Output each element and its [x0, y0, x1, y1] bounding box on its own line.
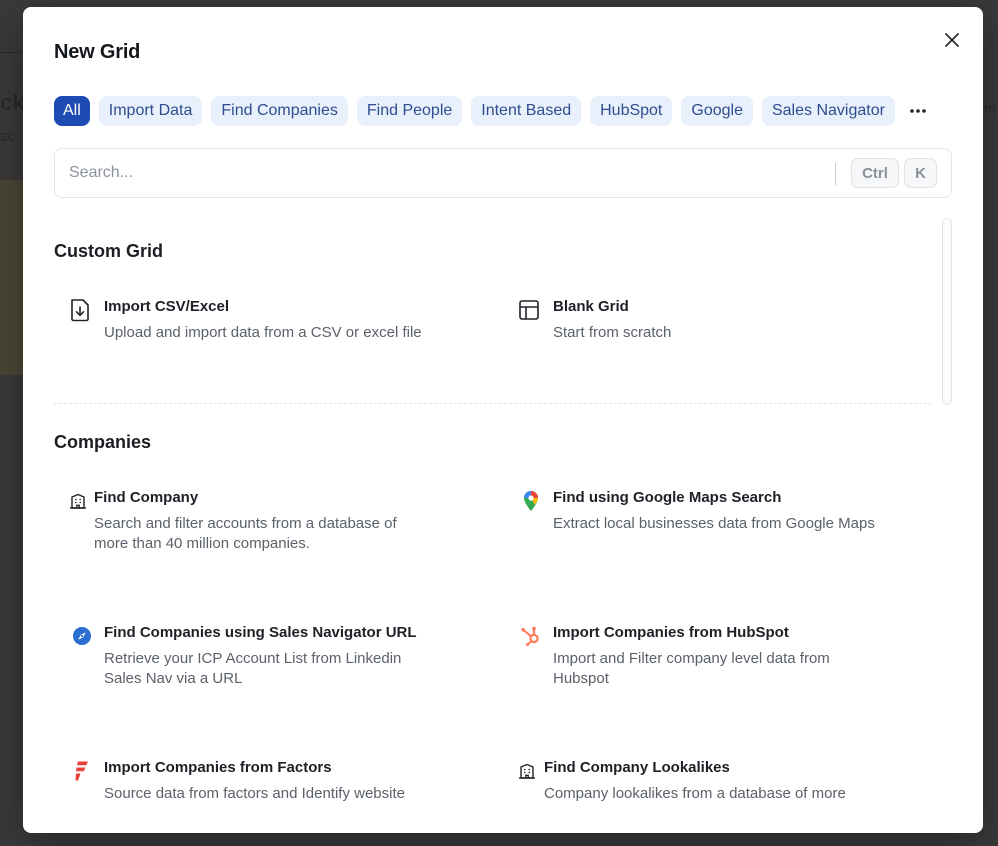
google-maps-pin-icon [519, 489, 543, 513]
option-title: Blank Grid [553, 298, 629, 315]
section-divider [54, 403, 932, 404]
new-grid-modal: New Grid All Import Data Find Companies … [23, 7, 983, 833]
compass-icon [70, 624, 94, 648]
search-input[interactable] [69, 161, 809, 185]
option-description: Retrieve your ICP Account List from Link… [104, 650, 402, 687]
filter-chip-find-companies[interactable]: Find Companies [211, 96, 348, 126]
option-description: Extract local businesses data from Googl… [553, 515, 875, 532]
option-description: Source data from factors and Identify we… [104, 785, 405, 802]
option-title: Import Companies from Factors [104, 759, 332, 776]
shortcut-k-key: K [904, 158, 937, 188]
factors-icon [70, 759, 94, 783]
section-title-companies: Companies [54, 432, 152, 452]
filter-chip-import-data[interactable]: Import Data [98, 96, 203, 126]
option-title: Find using Google Maps Search [553, 489, 782, 506]
filter-chip-all[interactable]: All [54, 96, 90, 126]
table-layout-icon [517, 298, 541, 322]
filter-chip-intent-based[interactable]: Intent Based [471, 96, 582, 126]
filter-chip-google[interactable]: Google [681, 96, 753, 126]
background-text: ck [0, 90, 25, 115]
filter-chip-find-people[interactable]: Find People [356, 96, 463, 126]
category-filters: All Import Data Find Companies Find Peop… [54, 96, 930, 126]
search-separator [835, 163, 836, 185]
option-description: Import and Filter company level data fro… [553, 650, 830, 687]
background-image [0, 180, 23, 375]
section-title-custom-grid: Custom Grid [54, 241, 164, 261]
option-title: Find Company [94, 489, 199, 506]
scrollbar[interactable] [942, 218, 952, 405]
filter-chip-hubspot[interactable]: HubSpot [590, 96, 673, 126]
background-text: sc [0, 128, 15, 145]
background-text: m [984, 100, 996, 116]
modal-title: New Grid [54, 41, 141, 63]
building-icon [66, 489, 90, 513]
option-description: Search and filter accounts from a databa… [94, 515, 397, 552]
background-divider [0, 52, 23, 53]
close-icon [945, 33, 959, 47]
hubspot-icon [519, 624, 543, 648]
option-title: Find Company Lookalikes [544, 759, 730, 776]
option-description: Start from scratch [553, 324, 672, 341]
option-title: Import CSV/Excel [104, 298, 230, 315]
option-description: Upload and import data from a CSV or exc… [104, 324, 422, 341]
close-button[interactable] [939, 27, 965, 53]
filter-chip-sales-navigator[interactable]: Sales Navigator [761, 96, 895, 126]
building-icon [515, 759, 539, 783]
option-description: Company lookalikes from a database of mo… [544, 785, 846, 802]
more-filters-button[interactable] [906, 96, 930, 126]
option-title: Find Companies using Sales Navigator URL [104, 624, 417, 641]
search-box: Ctrl K [54, 148, 952, 198]
shortcut-ctrl-key: Ctrl [851, 158, 899, 188]
option-title: Import Companies from HubSpot [553, 624, 789, 641]
file-import-icon [68, 298, 92, 322]
more-horizontal-icon [910, 109, 926, 113]
